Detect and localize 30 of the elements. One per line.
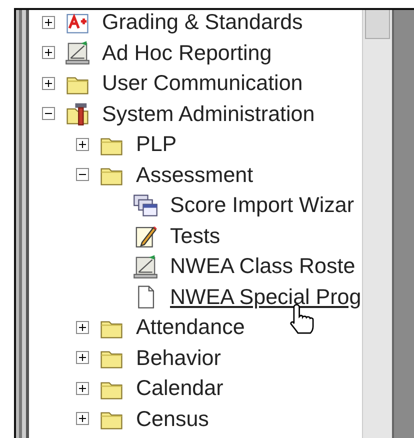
tree-item[interactable]: Ad Hoc Reporting [102, 40, 272, 65]
tree-item[interactable]: Tests [170, 224, 220, 248]
tree-item[interactable]: Grading & Standards [102, 10, 303, 34]
tree-item[interactable]: NWEA Special Prog [170, 284, 362, 309]
tree-item[interactable]: User Communication [102, 71, 303, 96]
tree-item[interactable]: Behavior [136, 346, 221, 370]
expand-icon[interactable] [42, 76, 55, 90]
expand-icon[interactable] [76, 382, 89, 395]
chart-icon [133, 254, 158, 279]
chart-icon [65, 40, 90, 66]
expand-icon[interactable] [76, 351, 89, 364]
tree-item[interactable]: Census [136, 406, 209, 431]
scrollbar-thumb[interactable] [365, 10, 390, 39]
tree-item[interactable]: Attendance [136, 315, 245, 340]
tree-item[interactable]: PLP [136, 132, 177, 156]
folder-hammer-icon [65, 101, 90, 126]
expand-icon[interactable] [76, 320, 89, 334]
tree-item[interactable]: System Administration [102, 102, 315, 126]
tree-item[interactable]: Calendar [136, 376, 224, 400]
tree-item[interactable]: Score Import Wizar [170, 193, 354, 218]
expand-icon[interactable] [76, 412, 89, 426]
expand-icon[interactable] [42, 16, 55, 29]
tree-item[interactable]: Assessment [136, 162, 254, 187]
expand-icon[interactable] [42, 46, 55, 60]
tree-item[interactable]: NWEA Class Roste [170, 254, 356, 278]
scrollbar[interactable] [362, 10, 392, 438]
expand-icon[interactable] [76, 138, 89, 151]
collapse-icon[interactable] [42, 107, 55, 120]
collapse-icon[interactable] [76, 168, 89, 182]
windows-icon [133, 192, 158, 218]
